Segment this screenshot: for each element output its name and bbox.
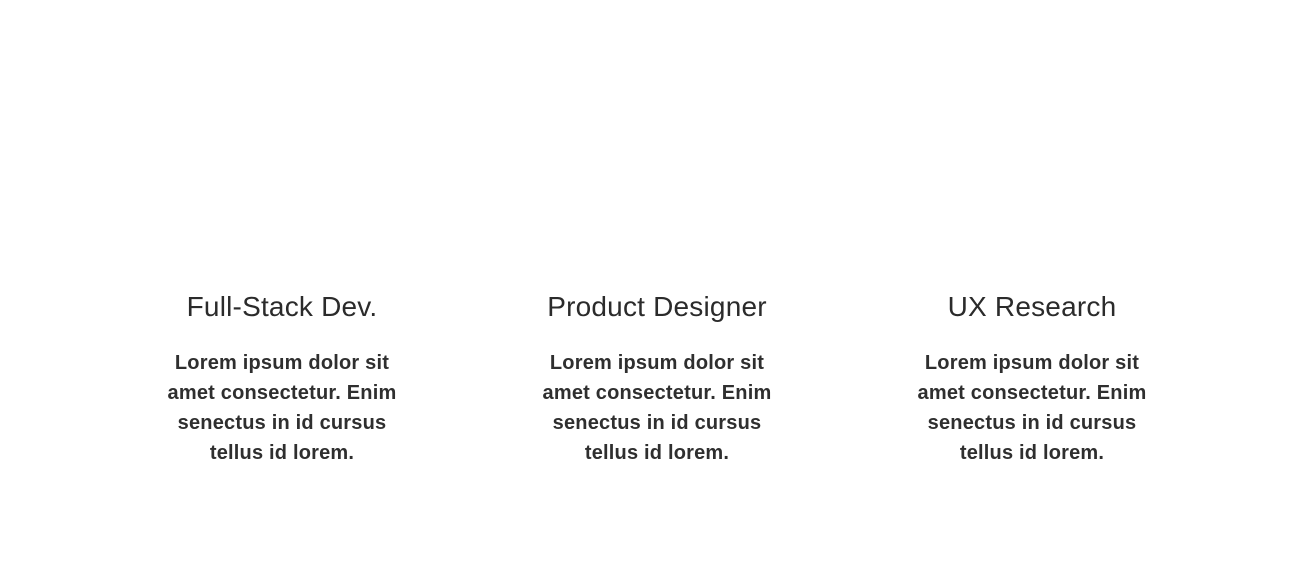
role-description: Lorem ipsum dolor sit amet consectetur. … xyxy=(167,352,397,464)
page: Full-Stack Dev. Lorem ipsum dolor sit am… xyxy=(0,0,1314,571)
role-card-ux-research: UX Research Lorem ipsum dolor sit amet c… xyxy=(882,288,1182,468)
role-card-product-designer: Product Designer Lorem ipsum dolor sit a… xyxy=(507,288,807,468)
role-title: Product Designer xyxy=(547,291,767,322)
role-description: Lorem ipsum dolor sit amet consectetur. … xyxy=(917,352,1147,464)
role-card-full-stack: Full-Stack Dev. Lorem ipsum dolor sit am… xyxy=(132,288,432,468)
role-title: Full-Stack Dev. xyxy=(186,291,378,322)
role-description: Lorem ipsum dolor sit amet consectetur. … xyxy=(542,352,772,464)
role-title: UX Research xyxy=(947,291,1117,322)
